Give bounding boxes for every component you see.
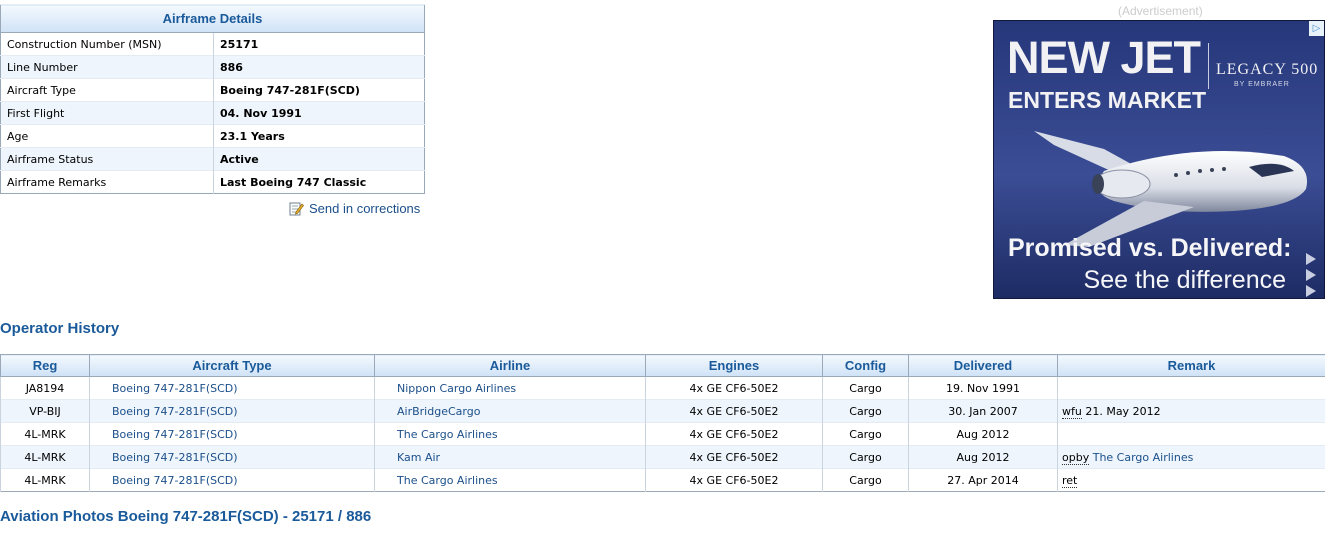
airframe-label: Airframe Status [0, 147, 214, 171]
cell-engines: 4x GE CF6-50E2 [645, 468, 823, 492]
ad-brand-sub: BY EMBRAER [1234, 81, 1290, 88]
cell-delivered: Aug 2012 [908, 445, 1058, 469]
aviation-photos-title: Aviation Photos Boeing 747-281F(SCD) - 2… [0, 508, 372, 525]
aircraft-type-link[interactable]: Boeing 747-281F(SCD) [112, 382, 238, 395]
operator-history-title: Operator History [0, 320, 120, 337]
column-header-delivered[interactable]: Delivered [908, 354, 1058, 377]
table-row: 4L-MRK Boeing 747-281F(SCD) The Cargo Airl… [0, 422, 1325, 446]
advertisement-label: (Advertisement) [1118, 4, 1203, 18]
cell-config: Cargo [822, 422, 909, 446]
airframe-row: Aircraft Type Boeing 747-281F(SCD) [0, 78, 425, 102]
send-corrections-link[interactable]: Send in corrections [289, 199, 420, 217]
airframe-row: Construction Number (MSN) 25171 [0, 32, 425, 56]
cell-reg: 4L-MRK [0, 445, 90, 469]
remark-airline-link[interactable]: The Cargo Airlines [1093, 451, 1194, 464]
cell-engines: 4x GE CF6-50E2 [645, 399, 823, 423]
operator-history-header: Reg Aircraft Type Airline Engines Config Deli… [0, 354, 1325, 377]
column-header-engines[interactable]: Engines [645, 354, 823, 377]
remark-abbr: wfu [1062, 404, 1082, 419]
cell-delivered: 19. Nov 1991 [908, 376, 1058, 400]
cell-remark: opby The Cargo Airlines [1057, 445, 1325, 469]
ad-headline-1: NEW JET [1007, 32, 1201, 83]
column-header-remark[interactable]: Remark [1057, 354, 1325, 377]
cell-remark: ret [1057, 468, 1325, 492]
airframe-row: Airframe Status Active [0, 147, 425, 171]
airframe-value: 25171 [213, 32, 425, 56]
airframe-label: First Flight [0, 101, 214, 125]
cell-delivered: 30. Jan 2007 [908, 399, 1058, 423]
airline-link[interactable]: The Cargo Airlines [397, 428, 498, 441]
airline-link[interactable]: Kam Air [397, 451, 440, 464]
column-header-aircraft-type[interactable]: Aircraft Type [89, 354, 375, 377]
airframe-row: Age 23.1 Years [0, 124, 425, 148]
cell-config: Cargo [822, 445, 909, 469]
cell-remark [1057, 422, 1325, 446]
remark-text: 21. May 2012 [1081, 404, 1161, 418]
airframe-details-table: Airframe Details Construction Number (MS… [0, 4, 425, 194]
aircraft-type-link[interactable]: Boeing 747-281F(SCD) [112, 474, 238, 487]
operator-history-table: Reg Aircraft Type Airline Engines Config Deli… [0, 354, 1325, 492]
remark-abbr: opby [1062, 450, 1090, 465]
table-row: 4L-MRK Boeing 747-281F(SCD) The Cargo Airl… [0, 468, 1325, 492]
cell-delivered: 27. Apr 2014 [908, 468, 1058, 492]
table-row: 4L-MRK Boeing 747-281F(SCD) Kam Air 4x GE C… [0, 445, 1325, 469]
airframe-value: 886 [213, 55, 425, 79]
cell-engines: 4x GE CF6-50E2 [645, 445, 823, 469]
cell-reg: 4L-MRK [0, 468, 90, 492]
cell-engines: 4x GE CF6-50E2 [645, 422, 823, 446]
cell-remark [1057, 376, 1325, 400]
adchoices-icon[interactable]: ▷ [1309, 21, 1324, 36]
airframe-value: 04. Nov 1991 [213, 101, 425, 125]
column-header-config[interactable]: Config [822, 354, 909, 377]
cell-config: Cargo [822, 468, 909, 492]
remark-abbr: ret [1062, 473, 1078, 488]
cell-delivered: Aug 2012 [908, 422, 1058, 446]
airframe-row: Line Number 886 [0, 55, 425, 79]
airframe-label: Aircraft Type [0, 78, 214, 102]
airframe-value: Active [213, 147, 425, 171]
cell-remark: wfu 21. May 2012 [1057, 399, 1325, 423]
cell-reg: 4L-MRK [0, 422, 90, 446]
cell-config: Cargo [822, 376, 909, 400]
send-corrections-text[interactable]: Send in corrections [309, 201, 420, 216]
ad-headline-2: ENTERS MARKET [1008, 87, 1207, 113]
cell-config: Cargo [822, 399, 909, 423]
airframe-value: Boeing 747-281F(SCD) [213, 78, 425, 102]
table-row: JA8194 Boeing 747-281F(SCD) Nippon Cargo A… [0, 376, 1325, 400]
cell-reg: VP-BIJ [0, 399, 90, 423]
airframe-label: Airframe Remarks [0, 170, 214, 194]
ad-tagline-1: Promised vs. Delivered: [1008, 234, 1292, 262]
edit-note-icon [289, 201, 304, 216]
ad-brand: LEGACY 500 [1216, 61, 1319, 78]
airframe-value: Last Boeing 747 Classic [213, 170, 425, 194]
aircraft-type-link[interactable]: Boeing 747-281F(SCD) [112, 428, 238, 441]
aircraft-type-link[interactable]: Boeing 747-281F(SCD) [112, 451, 238, 464]
airframe-label: Age [0, 124, 214, 148]
airframe-row: First Flight 04. Nov 1991 [0, 101, 425, 125]
ad-tagline-2: See the difference [1083, 266, 1286, 294]
cell-reg: JA8194 [0, 376, 90, 400]
column-header-reg[interactable]: Reg [0, 354, 90, 377]
airline-link[interactable]: The Cargo Airlines [397, 474, 498, 487]
airframe-details-title: Airframe Details [0, 4, 425, 33]
airframe-row: Airframe Remarks Last Boeing 747 Classic [0, 170, 425, 194]
airline-link[interactable]: AirBridgeCargo [397, 405, 480, 418]
airframe-label: Construction Number (MSN) [0, 32, 214, 56]
airline-link[interactable]: Nippon Cargo Airlines [397, 382, 516, 395]
aircraft-type-link[interactable]: Boeing 747-281F(SCD) [112, 405, 238, 418]
cell-engines: 4x GE CF6-50E2 [645, 376, 823, 400]
table-row: VP-BIJ Boeing 747-281F(SCD) AirBridgeCargo… [0, 399, 1325, 423]
airframe-label: Line Number [0, 55, 214, 79]
legacy-500-advertisement[interactable]: NEW JET ENTERS MARKET LEGACY 500 BY EMBR… [993, 20, 1325, 299]
column-header-airline[interactable]: Airline [374, 354, 646, 377]
airframe-value: 23.1 Years [213, 124, 425, 148]
